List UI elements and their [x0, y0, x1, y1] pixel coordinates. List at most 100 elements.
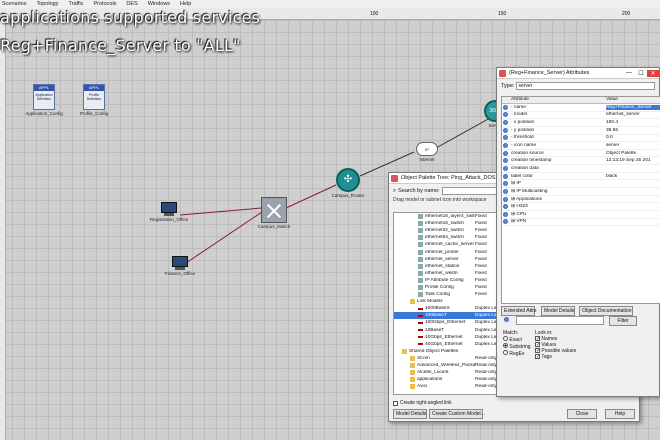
attribute-value[interactable]: Object Palette — [606, 151, 660, 156]
filter-area: ? Filter Match: Exact Substring RegEx Lo… — [501, 314, 660, 376]
values-checkbox[interactable] — [535, 342, 540, 347]
node-label: Registration_Office — [149, 217, 189, 222]
node-model-icon — [418, 242, 423, 248]
application-config-node[interactable]: APPL Application Definition Application_… — [24, 84, 64, 116]
help-icon[interactable]: ? — [503, 104, 508, 110]
help-icon[interactable]: ? — [503, 158, 508, 164]
tree-cell: IP Attribute Config — [425, 277, 464, 283]
attribute-name: ⊞ Applications — [511, 196, 542, 202]
names-checkbox[interactable] — [535, 336, 540, 341]
type-field[interactable]: server — [516, 82, 655, 90]
close-icon[interactable]: ✕ — [647, 69, 659, 77]
right-angled-link-checkbox[interactable] — [393, 400, 398, 406]
tree-cell: Profile Config — [425, 284, 454, 290]
help-icon[interactable]: ? — [503, 188, 508, 194]
value-column-header: Value — [606, 97, 618, 102]
attribute-row[interactable]: ? - threshold 0.0 — [502, 135, 660, 143]
icon-text: Profile Definition — [86, 93, 102, 101]
attribute-value[interactable]: 12:13:19 Sep 25 201 — [606, 158, 660, 163]
attribute-row[interactable]: ? - model ethernet_server — [502, 112, 660, 120]
node-label: Internet — [419, 157, 435, 162]
cloud-icon: IP — [416, 142, 438, 156]
finance-office-node[interactable]: Finance_Office — [158, 256, 202, 276]
help-icon[interactable]: ? — [504, 317, 509, 322]
tree-cell: ethernet_printer — [425, 249, 459, 255]
attribute-row[interactable]: ? - x position 180.4 — [502, 119, 660, 127]
attribute-row[interactable]: ? ⊞ H323 — [502, 203, 660, 211]
campus-router-node[interactable]: ✣ Campus_Router — [328, 168, 368, 198]
attribute-row[interactable]: ? ⊞ IP — [502, 180, 660, 189]
minimize-icon[interactable]: — — [623, 70, 635, 77]
profile-definition-icon: APPL Profile Definition — [83, 84, 105, 110]
internet-node[interactable]: IP Internet — [412, 142, 442, 162]
filter-button[interactable]: Filter — [609, 316, 637, 326]
attribute-value[interactable]: 180.4 — [606, 120, 660, 125]
caption-line-1: applications supported services — [0, 8, 261, 27]
help-icon[interactable]: ? — [503, 196, 508, 202]
attribute-row[interactable]: ? ⊞ VPN — [502, 219, 660, 227]
attribute-value[interactable]: Reg+Finance_Server — [606, 104, 660, 110]
create-custom-model-button[interactable]: Create Custom Model... — [429, 409, 485, 419]
regex-radio[interactable] — [503, 350, 508, 355]
model-details-button[interactable]: Model Details — [393, 409, 427, 419]
attribute-row[interactable]: ? ⊞ CPU — [502, 211, 660, 219]
node-model-icon — [418, 214, 423, 220]
help-icon[interactable]: ? — [503, 150, 508, 156]
help-icon[interactable]: ? — [503, 127, 508, 133]
exact-radio[interactable] — [503, 336, 508, 341]
attribute-row[interactable]: ? ⊞ Applications — [502, 196, 660, 204]
attribute-value[interactable]: ethernet_server — [606, 112, 660, 117]
help-icon[interactable]: ? — [503, 204, 508, 210]
help-icon[interactable]: ? — [503, 120, 508, 126]
attribute-row[interactable]: ? - y position 39.56 — [502, 127, 660, 135]
attributes-grid[interactable]: Attribute Value ? - name Reg+Finance_Serve… — [501, 96, 660, 304]
attribute-row[interactable]: ? - name Reg+Finance_Server — [502, 104, 660, 112]
attribute-value[interactable]: 0.0 — [606, 135, 660, 140]
substring-radio[interactable] — [503, 343, 508, 348]
help-icon[interactable]: ? — [503, 181, 508, 187]
workstation-icon — [160, 202, 178, 216]
attribute-row[interactable]: ? - icon name server — [502, 142, 660, 150]
link-icon — [418, 329, 423, 331]
attribute-value[interactable]: black — [606, 174, 660, 179]
help-icon[interactable]: ? — [503, 165, 508, 171]
campus-switch-node[interactable]: Campus_Switch — [254, 197, 294, 229]
node-label: Profile_Config — [79, 111, 109, 116]
attribute-value[interactable]: server — [606, 143, 660, 148]
folder-icon — [410, 355, 415, 361]
attribute-row[interactable]: ? creation timestamp 12:13:19 Sep 25 201 — [502, 157, 660, 166]
workstation-icon — [171, 256, 189, 270]
tree-cell: ethernet_station — [425, 263, 460, 269]
attribute-name: creation data — [511, 165, 539, 171]
node-label: Campus_Router — [331, 193, 365, 198]
help-icon[interactable]: ? — [503, 219, 508, 225]
attribute-row[interactable]: ? creation data — [502, 165, 660, 173]
link-icon — [418, 343, 423, 345]
attribute-row[interactable]: ? ⊞ IP Multicasting — [502, 188, 660, 196]
attribute-row[interactable]: ? label color black — [502, 173, 660, 181]
tags-checkbox[interactable] — [535, 354, 540, 359]
help-icon[interactable]: ? — [503, 211, 508, 217]
help-button[interactable]: Help — [605, 409, 635, 419]
attributes-titlebar[interactable]: (Reg+Finance_Server) Attributes — ☐ ✕ — [497, 68, 659, 79]
node-model-icon — [418, 270, 423, 276]
filter-input[interactable] — [516, 316, 604, 325]
help-icon[interactable]: ? — [503, 143, 508, 149]
help-icon[interactable]: ? — [503, 173, 508, 179]
node-label: Campus_Switch — [257, 224, 291, 229]
attribute-row[interactable]: ? creation source Object Palette — [502, 150, 660, 158]
attribute-value[interactable]: 39.56 — [606, 128, 660, 133]
attributes-window[interactable]: (Reg+Finance_Server) Attributes — ☐ ✕ Type… — [496, 67, 660, 397]
help-icon[interactable]: ? — [503, 135, 508, 141]
registration-office-node[interactable]: Registration_Office — [146, 202, 192, 222]
profile-config-node[interactable]: APPL Profile Definition Profile_Config — [74, 84, 114, 116]
tree-cell: 1000BaseX — [425, 306, 450, 312]
help-icon[interactable]: ? — [503, 112, 508, 118]
possible-values-checkbox[interactable] — [535, 348, 540, 353]
right-angled-link-option[interactable]: Create right-angled link — [393, 400, 452, 406]
checkbox-label: Create right-angled link — [400, 400, 452, 406]
type-label: Type: — [501, 83, 515, 89]
close-button[interactable]: Close — [567, 409, 597, 419]
node-label: Finance_Office — [164, 271, 196, 276]
maximize-icon[interactable]: ☐ — [635, 70, 647, 77]
